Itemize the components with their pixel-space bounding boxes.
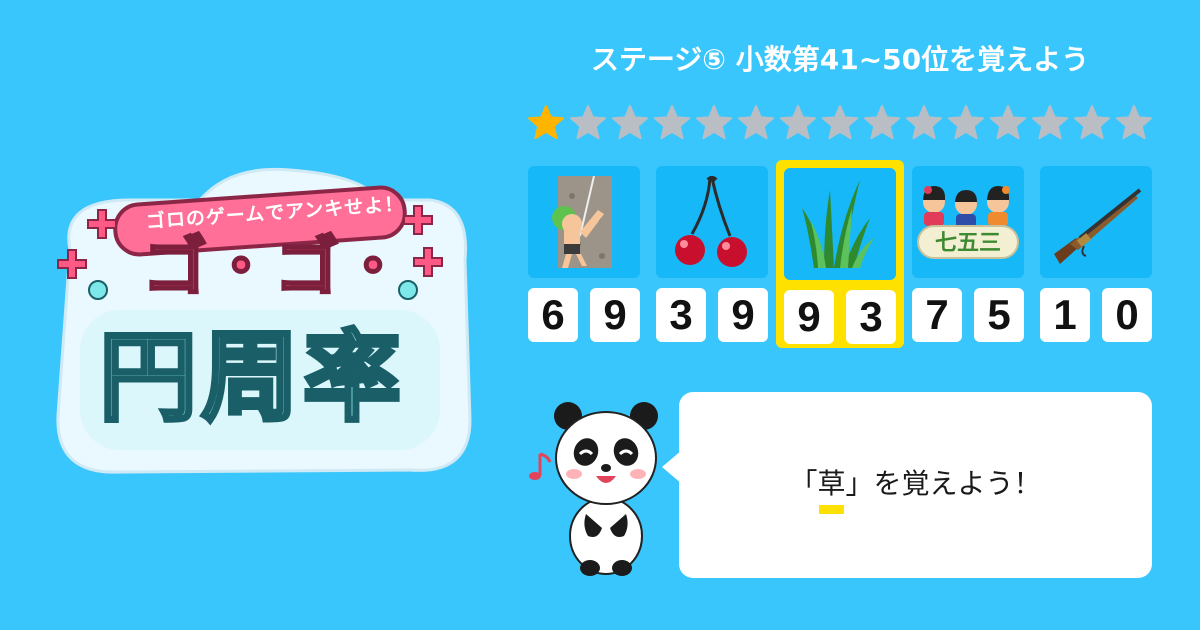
star-empty-icon: [1074, 105, 1110, 140]
star-empty-icon: [570, 105, 606, 140]
speech-text: 「草」を覚えよう！: [679, 466, 1152, 514]
matchlock-gun-icon: [1040, 166, 1152, 278]
star-empty-icon: [780, 105, 816, 140]
star-filled-icon: [528, 105, 564, 140]
logo-name: 円周率: [97, 319, 405, 437]
digit: 6: [528, 288, 578, 342]
progress-stars: [527, 104, 1153, 144]
mnemonic-card[interactable]: 6 9: [528, 166, 640, 342]
digit: 9: [784, 290, 834, 344]
digit: 7: [912, 288, 962, 342]
speech-bubble: 「草」を覚えよう！: [679, 392, 1152, 578]
digit: 1: [1040, 288, 1090, 342]
star-empty-icon: [864, 105, 900, 140]
music-note-icon: [529, 452, 552, 480]
grass-icon: [784, 168, 896, 280]
star-empty-icon: [696, 105, 732, 140]
star-empty-icon: [612, 105, 648, 140]
digit: 9: [718, 288, 768, 342]
star-empty-icon: [990, 105, 1026, 140]
star-empty-icon: [1032, 105, 1068, 140]
star-empty-icon: [1116, 105, 1152, 140]
stage-title: ステージ⑤ 小数第41~50位を覚えよう: [590, 43, 1090, 76]
rock-climber-icon: [528, 166, 640, 278]
panda-icon: [526, 396, 666, 576]
mnemonic-card-selected[interactable]: 9 3: [776, 160, 904, 348]
star-empty-icon: [738, 105, 774, 140]
digit: 5: [974, 288, 1024, 342]
digit: 9: [590, 288, 640, 342]
star-empty-icon: [906, 105, 942, 140]
star-empty-icon: [948, 105, 984, 140]
shichigosan-children-icon: 七五三: [912, 166, 1024, 278]
digit: 3: [846, 290, 896, 344]
speech-keyword: 草: [817, 467, 846, 514]
logo-title: ゴ・ゴ・: [142, 231, 407, 306]
speech-close: 」を覚えよう！: [845, 467, 1042, 500]
digit: 0: [1102, 288, 1152, 342]
cherries-icon: [656, 166, 768, 278]
digit: 3: [656, 288, 706, 342]
speech-open: 「: [789, 467, 818, 500]
mnemonic-card[interactable]: 1 0: [1040, 166, 1152, 342]
mnemonic-card[interactable]: 3 9: [656, 166, 768, 342]
star-empty-icon: [654, 105, 690, 140]
mnemonic-card[interactable]: 七五三 7 5: [912, 166, 1024, 342]
star-empty-icon: [822, 105, 858, 140]
mnemonic-cards: 6 9 3 9 9 3 七五三 7 5 1 0: [528, 160, 1152, 348]
shichigosan-label: 七五三: [935, 231, 1001, 256]
